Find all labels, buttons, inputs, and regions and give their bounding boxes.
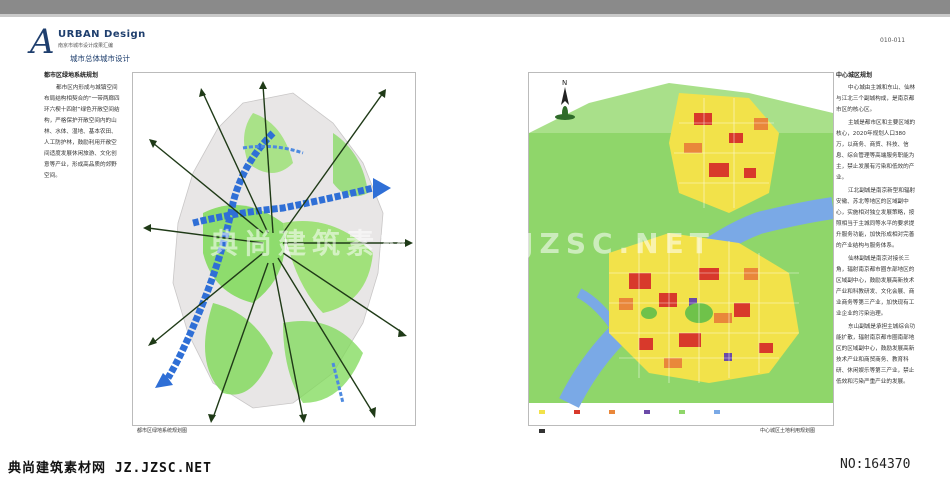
top-bar	[0, 0, 950, 14]
section-title: 城市总体城市设计	[70, 54, 130, 63]
right-heading: 中心城区规划	[836, 72, 873, 79]
logo-word: URBAN Design	[58, 29, 146, 40]
right-paragraph-2: 主城是都市区和主要区域的核心，2020年规划人口380万，以商务、商贸、科技、信…	[836, 120, 916, 181]
legend-swatch-green	[679, 410, 686, 414]
right-text-column: 中心城区规划 中心城由主城和东山、仙林与江北三个副城构成，是南京都市区的核心区。…	[836, 70, 916, 390]
left-map-caption: 都市区绿地系统规划图	[137, 428, 188, 434]
footer-id-number: NO:164370	[840, 457, 911, 472]
legend-swatch-other	[539, 429, 545, 433]
watermark: 典尚建筑素材网 JZ.JZSC.NET	[210, 227, 715, 260]
right-map-caption: 中心城区土地利用规划图	[760, 428, 816, 434]
north-label: N	[562, 79, 567, 87]
legend-swatch-residential	[539, 410, 545, 414]
legend-swatch-industrial	[644, 410, 651, 414]
footer: 典尚建筑素材网 JZ.JZSC.NET NO:164370	[0, 450, 950, 480]
top-bar-accent	[0, 14, 950, 17]
left-heading: 都市区绿地系统规划	[44, 72, 99, 79]
right-paragraph-5: 东山副城是承担主城综合功能扩散，辐射南京都市圈南部地区的区域副中心，鼓励发展高新…	[836, 324, 916, 385]
footer-site-label: 典尚建筑素材网 JZ.JZSC.NET	[8, 461, 212, 476]
left-text-column: 都市区绿地系统规划 都市区内形成与城镇空间布局结构相契合的“一带两廊四环六楔十四…	[44, 70, 122, 182]
left-body: 都市区内形成与城镇空间布局结构相契合的“一带两廊四环六楔十四射”绿色开敞空间结构…	[44, 85, 120, 179]
right-paragraph-3: 江北副城是南京新型和辐射安徽、苏北等地区的区域副中心，实施相对独立发展策略，按照…	[836, 188, 916, 249]
page-number: 010-011	[880, 37, 906, 44]
legend-swatch-public	[609, 410, 616, 414]
right-paragraph-1: 中心城由主城和东山、仙林与江北三个副城构成，是南京都市区的核心区。	[836, 85, 916, 113]
legend-swatch-commercial	[574, 410, 581, 414]
logo: A URBAN Design 南京市城市设计成果汇编 城市总体城市设计	[30, 25, 210, 65]
legend-swatch-water	[714, 410, 721, 414]
right-paragraph-4: 仙林副城是南京对接长三角，辐射南京都市圈东部地区的区域副中心，鼓励发展高新技术产…	[836, 256, 915, 317]
logo-letter: A	[30, 22, 55, 62]
logo-subtitle: 南京市城市设计成果汇编	[58, 43, 114, 49]
map-legend	[539, 399, 779, 433]
